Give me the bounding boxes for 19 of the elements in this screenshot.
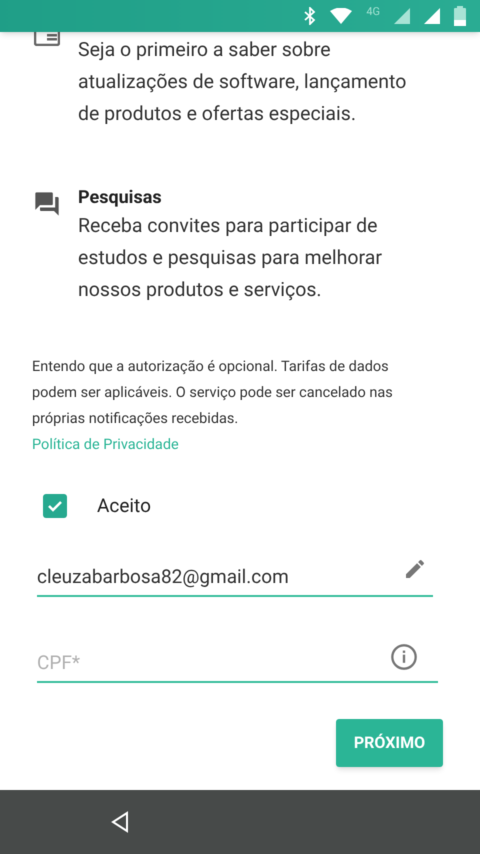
checkbox[interactable] xyxy=(43,494,67,518)
next-button[interactable]: PRÓXIMO xyxy=(336,718,443,766)
battery-icon xyxy=(454,6,466,26)
back-icon[interactable] xyxy=(110,811,130,833)
chat-icon xyxy=(33,190,61,218)
wifi-icon xyxy=(330,8,352,24)
bluetooth-icon xyxy=(304,7,316,25)
email-field[interactable]: cleuzabarbosa82@gmail.com xyxy=(37,563,403,592)
section-description: Receba convites para participar de estudos e pesquisas para melhorar nossos produtos e serviços. xyxy=(78,213,383,303)
disclaimer-text: Entendo que a autorização é opcional. Tarifas de dados podem ser aplicáveis. O serviço pode ser cancelado nas próprias notificações recebidas. xyxy=(32,357,394,429)
privacy-link[interactable]: Política de Privacidade xyxy=(32,432,179,458)
checkbox-label: Aceito xyxy=(97,493,151,519)
signal-icon xyxy=(424,8,440,24)
section-title: Pesquisas xyxy=(78,186,163,210)
network-label: 4G xyxy=(366,4,380,20)
cpf-field[interactable]: CPF* xyxy=(37,649,390,678)
info-icon[interactable] xyxy=(390,642,418,670)
section-description: Seja o primeiro a saber sobre atualizações de software, lançamento de produtos e ofertas especiais. xyxy=(78,37,408,127)
signal-icon xyxy=(394,8,410,24)
